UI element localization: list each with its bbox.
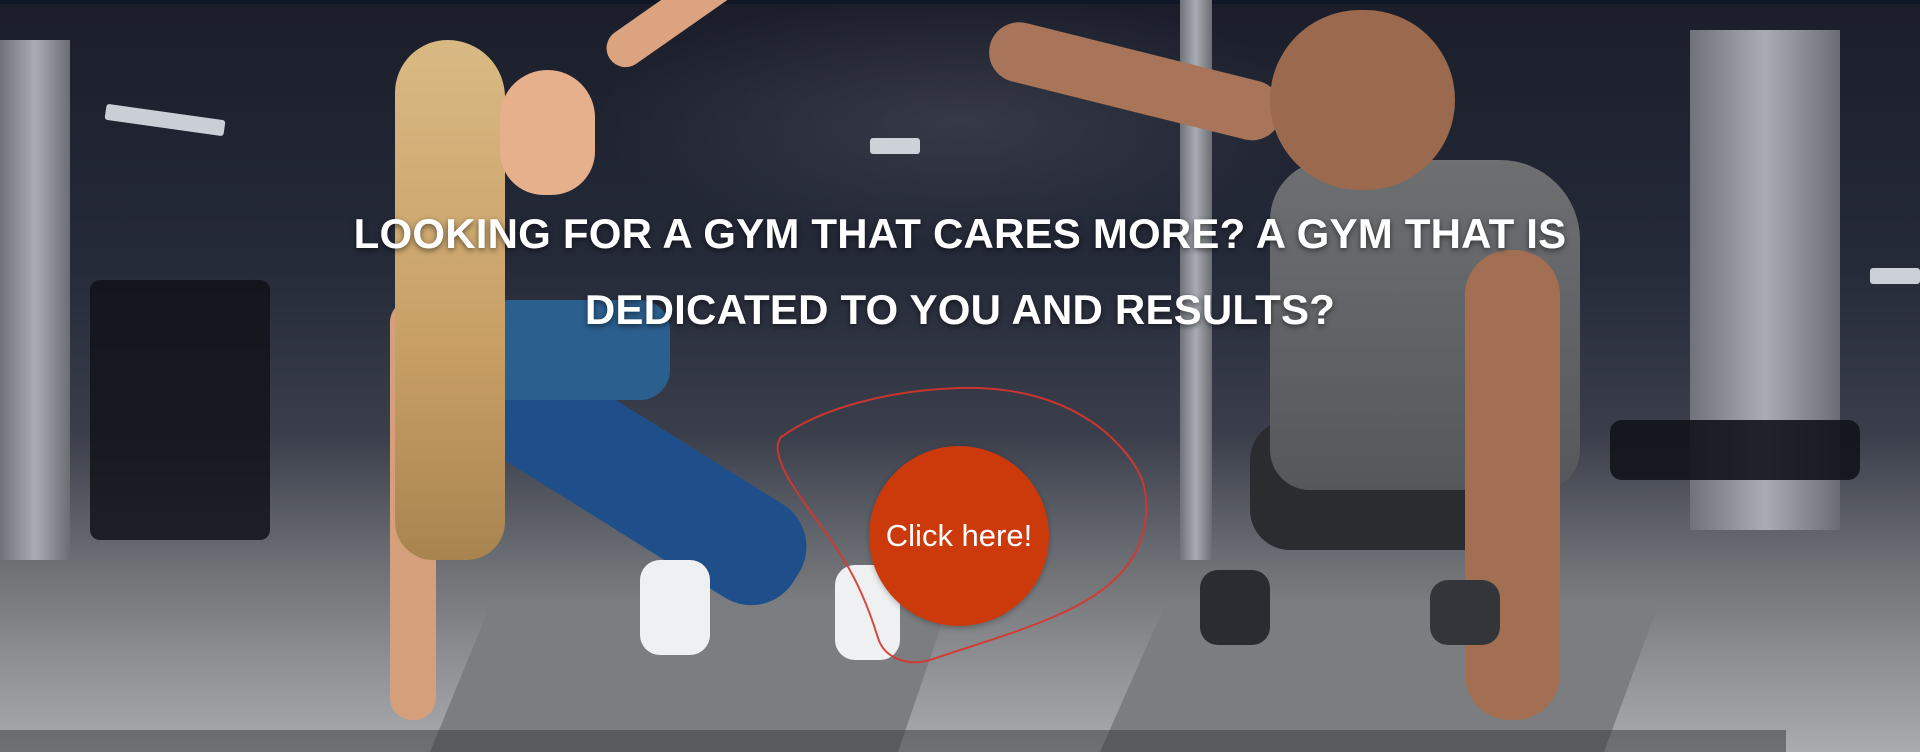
- pillar: [0, 40, 70, 600]
- gym-bench: [1610, 420, 1860, 480]
- ceiling-light: [1870, 268, 1920, 284]
- woman-shoe: [640, 560, 710, 655]
- ceiling-light: [104, 103, 226, 137]
- gym-machine: [90, 280, 270, 540]
- woman-raised-arm: [599, 0, 892, 75]
- man-shoe: [1200, 570, 1270, 645]
- man-shoe: [1430, 580, 1500, 645]
- man-raised-arm: [982, 15, 1289, 147]
- click-here-button[interactable]: Click here!: [869, 446, 1049, 626]
- bottom-overlay-bar: [0, 730, 1786, 752]
- top-strip: [0, 0, 1920, 4]
- man-head: [1270, 10, 1455, 190]
- hero-banner: LOOKING FOR A GYM THAT CARES MORE? A GYM…: [0, 0, 1920, 752]
- woman-face: [500, 70, 595, 195]
- ceiling-light: [870, 138, 920, 154]
- hero-headline: LOOKING FOR A GYM THAT CARES MORE? A GYM…: [353, 210, 1567, 333]
